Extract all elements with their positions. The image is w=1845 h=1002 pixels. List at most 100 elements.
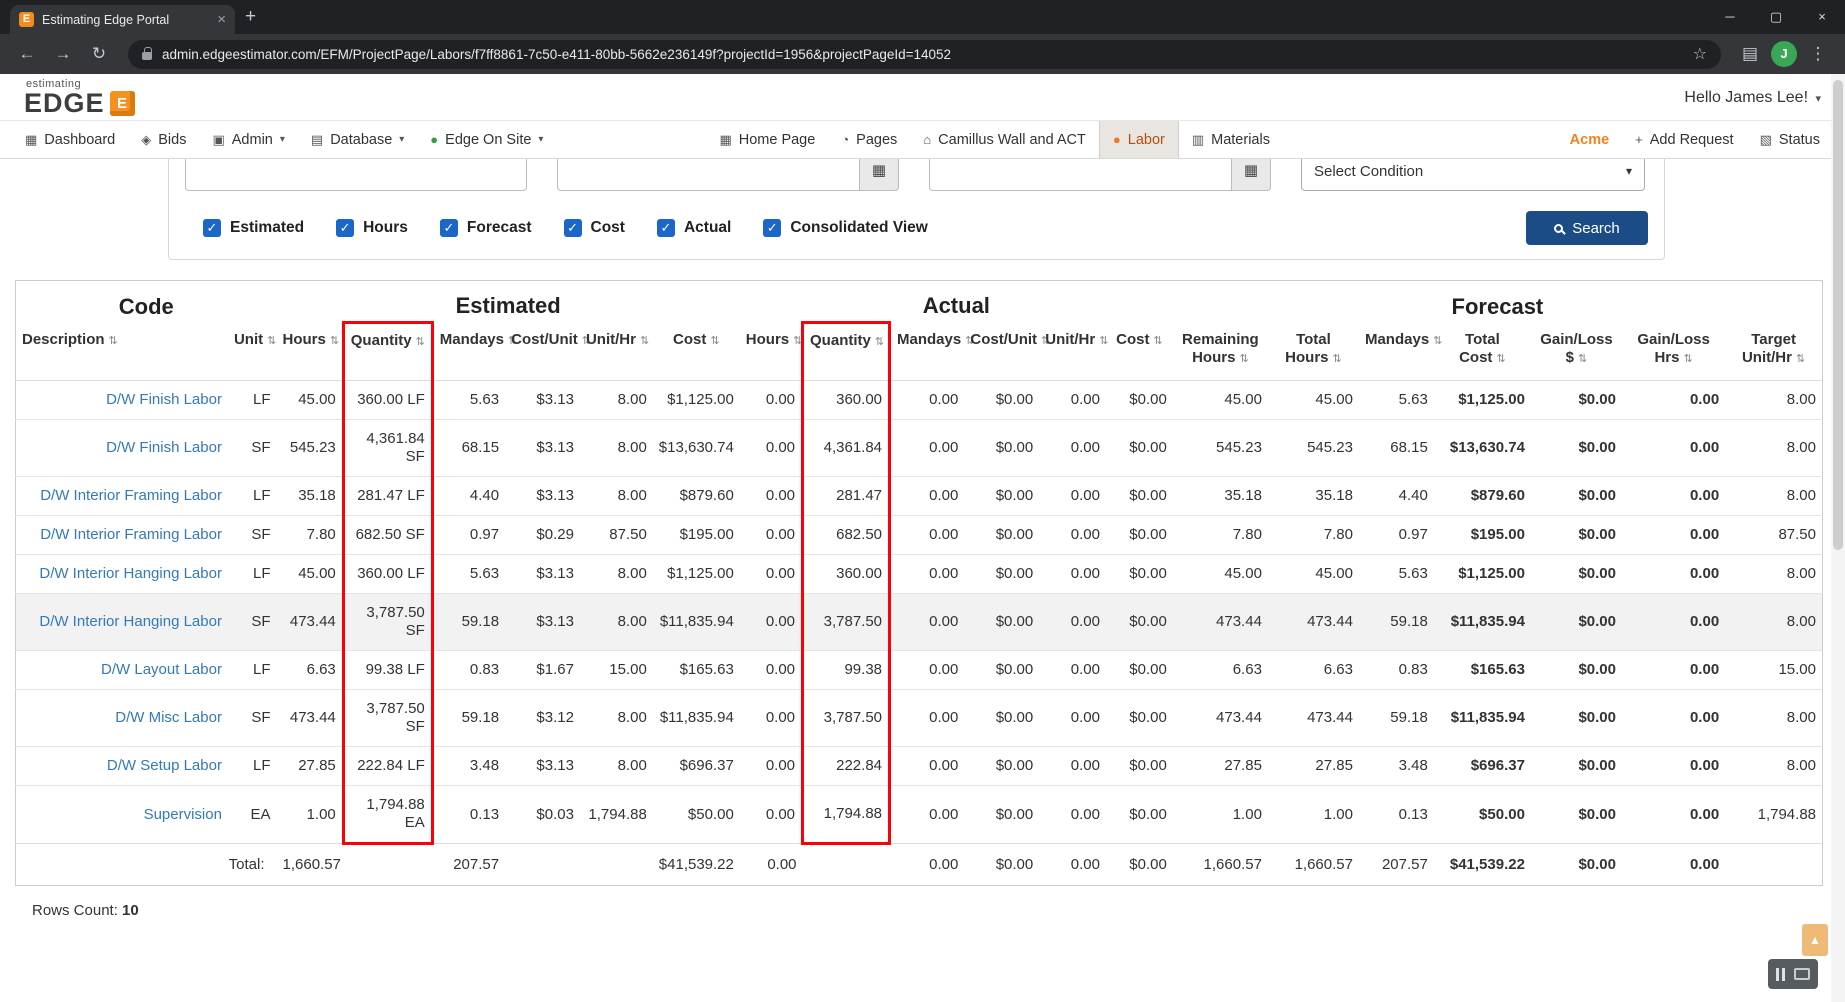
bookmark-star-icon[interactable]: ☆	[1693, 44, 1707, 64]
value-cell: 3,787.50	[803, 594, 890, 651]
minimize-button[interactable]: ─	[1707, 0, 1753, 34]
back-icon[interactable]: ←	[12, 44, 42, 64]
value-cell: $165.63	[653, 651, 740, 690]
scrollbar-thumb[interactable]	[1833, 80, 1843, 550]
column-header-quantity-3[interactable]: Quantity⇅	[343, 323, 432, 381]
nav-materials[interactable]: ▥ Materials	[1179, 121, 1283, 158]
column-header-cost-unit-11[interactable]: Cost/Unit⇅	[964, 323, 1039, 381]
column-header-unit-1[interactable]: Unit⇅	[228, 323, 277, 381]
value-cell: 8.00	[580, 747, 653, 786]
address-bar[interactable]: admin.edgeestimator.com/EFM/ProjectPage/…	[128, 40, 1721, 69]
checkbox-forecast[interactable]: ✓ Forecast	[440, 219, 532, 237]
calendar-icon[interactable]: ▦	[859, 159, 899, 191]
column-header-description-0[interactable]: Description⇅	[16, 323, 228, 381]
sort-icon: ⇅	[330, 335, 339, 347]
value-cell: $0.00	[964, 747, 1039, 786]
nav-add-request[interactable]: + Add Request	[1622, 121, 1746, 158]
column-header-mandays-16[interactable]: Mandays⇅	[1359, 323, 1434, 381]
nav-status[interactable]: ▧ Status	[1747, 121, 1833, 158]
condition-select[interactable]: Select Condition ▾	[1301, 159, 1645, 191]
column-header-hours-2[interactable]: Hours⇅	[277, 323, 344, 381]
row-description-link[interactable]: D/W Finish Labor	[106, 391, 222, 408]
tab-close-icon[interactable]: ×	[217, 11, 226, 28]
maximize-button[interactable]: ▢	[1753, 0, 1799, 34]
column-header-cost-13[interactable]: Cost⇅	[1106, 323, 1173, 381]
pause-icon[interactable]	[1776, 968, 1785, 981]
search-button[interactable]: Search	[1526, 211, 1648, 245]
nav-home-page[interactable]: ▦ Home Page	[706, 121, 828, 158]
nav-labor[interactable]: ● Labor	[1099, 121, 1179, 158]
row-description-link[interactable]: D/W Misc Labor	[115, 709, 222, 726]
url-text[interactable]: admin.edgeestimator.com/EFM/ProjectPage/…	[162, 47, 1683, 62]
value-cell: $3.13	[505, 747, 580, 786]
row-description-link[interactable]: D/W Interior Framing Labor	[40, 526, 222, 543]
nav-dashboard[interactable]: ▦ Dashboard	[12, 121, 128, 158]
refresh-icon[interactable]: ↻	[84, 44, 114, 64]
row-description-link[interactable]: D/W Interior Hanging Labor	[39, 565, 222, 582]
row-description-link[interactable]: Supervision	[144, 806, 222, 823]
nav-admin[interactable]: ▣ Admin ▾	[199, 121, 297, 158]
date-from-input[interactable]	[557, 159, 859, 191]
filter-text-input[interactable]	[185, 159, 527, 191]
nav-pages[interactable]: ◔ Pages	[828, 121, 910, 158]
nav-edge-on-site[interactable]: ● Edge On Site ▾	[417, 121, 556, 158]
row-description-link[interactable]: D/W Interior Hanging Labor	[39, 613, 222, 630]
column-header-gain-loss-hrs-19[interactable]: Gain/Loss Hrs⇅	[1622, 323, 1725, 381]
column-header-remaining-hours-14[interactable]: Remaining Hours⇅	[1173, 323, 1268, 381]
value-cell: 0.13	[1359, 786, 1434, 844]
column-header-cost-7[interactable]: Cost⇅	[653, 323, 740, 381]
value-cell: $0.00	[1106, 420, 1173, 477]
row-description-link[interactable]: D/W Finish Labor	[106, 439, 222, 456]
column-header-mandays-10[interactable]: Mandays⇅	[890, 323, 965, 381]
value-cell: 8.00	[1725, 381, 1822, 420]
total-value-cell: $41,539.22	[653, 844, 740, 886]
column-header-target-unit-hr-20[interactable]: Target Unit/Hr⇅	[1725, 323, 1822, 381]
nav-bids[interactable]: ◈ Bids	[128, 121, 199, 158]
nav-acme[interactable]: Acme	[1557, 121, 1623, 158]
checkbox-actual[interactable]: ✓ Actual	[657, 219, 731, 237]
new-tab-button[interactable]: +	[245, 6, 256, 28]
column-header-mandays-4[interactable]: Mandays⇅	[432, 323, 505, 381]
value-cell: 45.00	[277, 555, 344, 594]
value-cell: 0.00	[1039, 420, 1106, 477]
user-greeting[interactable]: Hello James Lee! ▾	[1684, 89, 1821, 107]
calendar-icon[interactable]: ▦	[1231, 159, 1271, 191]
value-cell: 27.85	[1173, 747, 1268, 786]
reading-list-icon[interactable]: ▤	[1735, 44, 1765, 64]
date-to-input[interactable]	[929, 159, 1231, 191]
browser-tab[interactable]: E Estimating Edge Portal ×	[10, 5, 235, 34]
value-cell: $195.00	[1434, 516, 1531, 555]
profile-avatar[interactable]: J	[1771, 41, 1797, 67]
column-header-quantity-9[interactable]: Quantity⇅	[803, 323, 890, 381]
labor-table: CodeEstimatedActualForecastDescription⇅U…	[15, 280, 1823, 886]
value-cell: 0.13	[432, 786, 505, 844]
nav-database[interactable]: ▤ Database ▾	[298, 121, 417, 158]
lock-icon	[142, 52, 152, 60]
column-header-unit-hr-6[interactable]: Unit/Hr⇅	[580, 323, 653, 381]
column-header-total-cost-17[interactable]: Total Cost⇅	[1434, 323, 1531, 381]
close-button[interactable]: ×	[1799, 0, 1845, 34]
forward-icon[interactable]: →	[48, 44, 78, 64]
browser-menu-icon[interactable]: ⋮	[1803, 44, 1833, 64]
value-cell: 0.00	[740, 594, 803, 651]
edge-logo[interactable]: estimating EDGE E	[24, 79, 135, 117]
nav-project[interactable]: ⌂ Camillus Wall and ACT	[910, 121, 1099, 158]
column-header-gain-loss-18[interactable]: Gain/Loss $⇅	[1531, 323, 1622, 381]
screen-icon[interactable]	[1794, 968, 1810, 980]
row-description-link[interactable]: D/W Setup Labor	[107, 757, 222, 774]
column-header-unit-hr-12[interactable]: Unit/Hr⇅	[1039, 323, 1106, 381]
total-value-cell: 0.00	[740, 844, 803, 886]
column-header-hours-8[interactable]: Hours⇅	[740, 323, 803, 381]
scrollbar[interactable]	[1831, 74, 1845, 1002]
row-description-link[interactable]: D/W Interior Framing Labor	[40, 487, 222, 504]
scroll-to-top-button[interactable]: ▲	[1802, 924, 1828, 956]
column-header-cost-unit-5[interactable]: Cost/Unit⇅	[505, 323, 580, 381]
row-description-link[interactable]: D/W Layout Labor	[101, 661, 222, 678]
checkbox-hours[interactable]: ✓ Hours	[336, 219, 408, 237]
column-header-total-hours-15[interactable]: Total Hours⇅	[1268, 323, 1359, 381]
checkbox-estimated[interactable]: ✓ Estimated	[203, 219, 304, 237]
checkbox-consolidated-view[interactable]: ✓ Consolidated View	[763, 219, 928, 237]
checkbox-cost[interactable]: ✓ Cost	[564, 219, 625, 237]
value-cell: 473.44	[1268, 594, 1359, 651]
value-cell: 4.40	[432, 477, 505, 516]
